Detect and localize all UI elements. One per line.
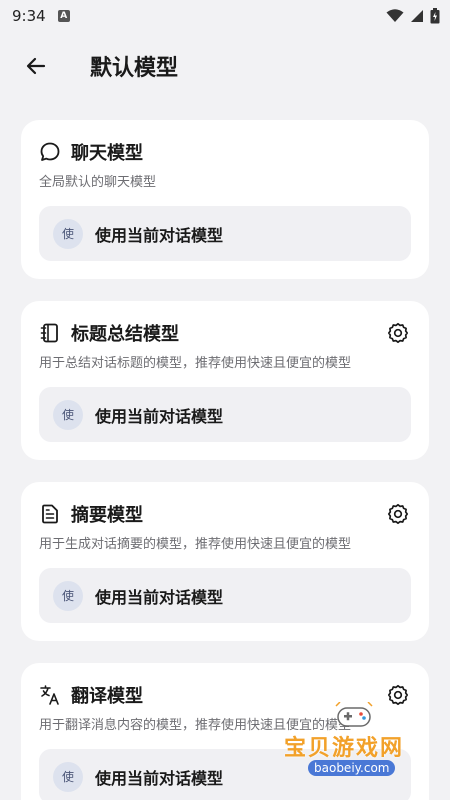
translate-icon: [39, 684, 61, 706]
card-description: 用于翻译消息内容的模型，推荐使用快速且便宜的模型: [39, 718, 352, 733]
card-title: 标题总结模型: [71, 324, 179, 345]
translation-model-selector[interactable]: 使 使用当前对话模型: [39, 749, 411, 800]
model-settings-list: 聊天模型 全局默认的聊天模型 使 使用当前对话模型 标题总结模型 用于总结对话标…: [0, 100, 450, 800]
card-title: 翻译模型: [71, 686, 143, 707]
status-bar: 9:34 A: [0, 0, 450, 32]
gear-icon: [387, 684, 409, 706]
page-title: 默认模型: [90, 56, 179, 81]
gear-icon: [387, 322, 409, 344]
model-avatar: 使: [53, 218, 83, 249]
document-icon: [39, 503, 61, 525]
card-header: 翻译模型: [39, 681, 411, 709]
model-selector-label: 使用当前对话模型: [95, 406, 224, 426]
notification-a-icon: A: [57, 10, 70, 22]
summary-model-settings-button[interactable]: [385, 501, 411, 527]
model-selector-label: 使用当前对话模型: [95, 587, 224, 607]
card-title: 摘要模型: [71, 505, 143, 526]
model-avatar: 使: [53, 399, 83, 430]
chat-model-card: 聊天模型 全局默认的聊天模型 使 使用当前对话模型: [21, 120, 429, 279]
model-selector-label: 使用当前对话模型: [95, 225, 224, 245]
notebook-icon: [39, 322, 61, 344]
card-title: 聊天模型: [71, 143, 143, 164]
card-description: 用于总结对话标题的模型，推荐使用快速且便宜的模型: [39, 356, 352, 371]
card-description: 用于生成对话摘要的模型，推荐使用快速且便宜的模型: [39, 537, 352, 552]
chat-model-selector[interactable]: 使 使用当前对话模型: [39, 206, 411, 261]
model-avatar: 使: [53, 761, 83, 792]
battery-icon: [430, 8, 440, 24]
arrow-left-icon: [26, 57, 46, 75]
card-header: 摘要模型: [39, 500, 411, 528]
status-time: 9:34: [12, 7, 46, 25]
title-model-settings-button[interactable]: [385, 320, 411, 346]
cell-signal-icon: [411, 10, 423, 22]
card-header: 标题总结模型: [39, 319, 411, 347]
wifi-icon: [386, 9, 404, 22]
card-description: 全局默认的聊天模型: [39, 175, 157, 190]
translation-model-card: 翻译模型 用于翻译消息内容的模型，推荐使用快速且便宜的模型 使 使用当前对话模型: [21, 663, 429, 800]
chat-bubble-icon: [39, 141, 61, 163]
back-button[interactable]: [22, 52, 50, 80]
status-indicators: [386, 8, 440, 24]
summary-model-selector[interactable]: 使 使用当前对话模型: [39, 568, 411, 623]
app-header: 默认模型: [0, 32, 450, 100]
translation-model-settings-button[interactable]: [385, 682, 411, 708]
card-header: 聊天模型: [39, 138, 411, 166]
title-summary-model-card: 标题总结模型 用于总结对话标题的模型，推荐使用快速且便宜的模型 使 使用当前对话…: [21, 301, 429, 460]
title-model-selector[interactable]: 使 使用当前对话模型: [39, 387, 411, 442]
summary-model-card: 摘要模型 用于生成对话摘要的模型，推荐使用快速且便宜的模型 使 使用当前对话模型: [21, 482, 429, 641]
model-selector-label: 使用当前对话模型: [95, 768, 224, 788]
gear-icon: [387, 503, 409, 525]
model-avatar: 使: [53, 580, 83, 611]
